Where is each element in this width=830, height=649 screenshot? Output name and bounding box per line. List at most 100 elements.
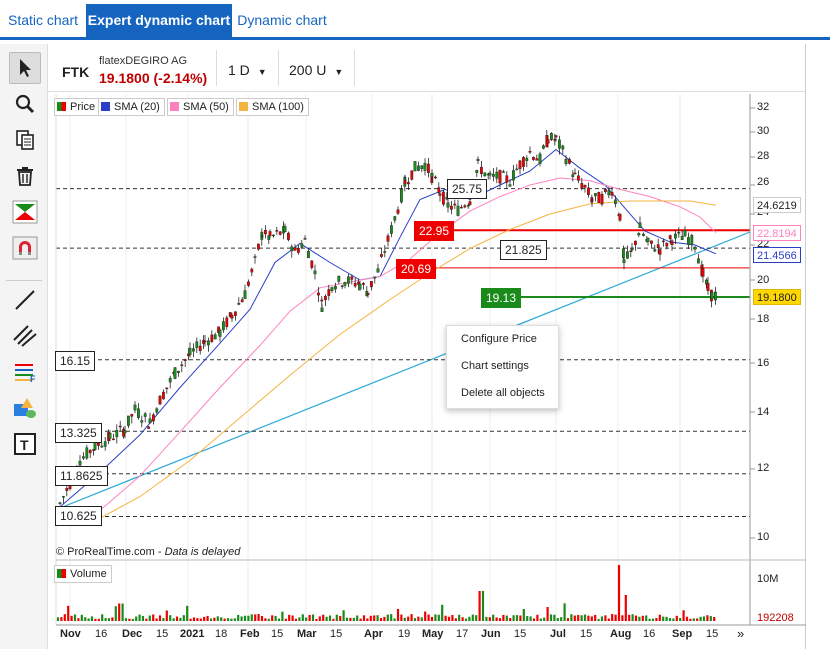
copyright-note: © ProRealTime.com - Data is delayed: [56, 546, 241, 558]
time-label: 15: [514, 628, 527, 640]
volume-bar: [498, 618, 502, 621]
volume-bar: [111, 617, 114, 621]
legend-sma-50[interactable]: SMA (50): [167, 98, 234, 116]
time-label: Aug: [610, 628, 632, 640]
volume-bar: [617, 565, 621, 621]
volume-bar: [655, 617, 658, 621]
volume-bar: [114, 606, 117, 621]
volume-bar: [267, 618, 270, 621]
candle-body: [343, 282, 347, 286]
candle-body: [413, 161, 417, 172]
volume-bar: [590, 616, 593, 621]
legend-volume[interactable]: Volume: [54, 565, 112, 583]
candle-body: [532, 156, 535, 160]
volume-bar: [383, 616, 386, 621]
candle-body: [622, 248, 625, 259]
candle-body: [123, 430, 127, 434]
volume-bar: [546, 606, 549, 621]
candle-body: [590, 199, 594, 201]
volume-bar: [604, 615, 607, 621]
legend-sma-100-label: SMA (100): [252, 101, 304, 113]
candle-body: [456, 205, 460, 216]
last-price-marker: 19.1800: [753, 289, 801, 305]
volume-bar: [563, 603, 566, 621]
candle-body: [396, 209, 400, 214]
volume-bar: [271, 615, 274, 621]
volume-bar: [580, 615, 583, 621]
candle-body: [656, 244, 660, 249]
candle-body: [618, 213, 622, 221]
volume-bar: [162, 618, 165, 621]
volume-bar: [247, 615, 250, 621]
hline-label-20-69[interactable]: 20.69: [396, 259, 437, 279]
price-tick: 28: [757, 150, 770, 162]
hline-label-25-75[interactable]: 25.75: [447, 179, 488, 199]
volume-bar: [424, 611, 427, 621]
candle-body: [680, 236, 684, 240]
candle-body: [297, 248, 300, 253]
hline-label-10-625[interactable]: 10.625: [55, 506, 102, 526]
legend-price[interactable]: Price: [54, 98, 101, 116]
volume-bar: [702, 616, 706, 621]
candle-body: [115, 429, 119, 438]
candle-body: [180, 364, 184, 366]
volume-bar: [135, 616, 138, 621]
volume-bar: [407, 616, 410, 621]
hline-label-16-15[interactable]: 16.15: [55, 351, 96, 371]
candle-body: [480, 166, 483, 175]
scroll-right-button[interactable]: »: [737, 626, 744, 641]
price-tick: 12: [757, 462, 770, 474]
volume-bar: [60, 617, 63, 621]
volume-bar: [294, 618, 298, 621]
candle-body: [100, 445, 104, 448]
menu-item-configure-price[interactable]: Configure Price: [447, 326, 558, 353]
hline-label-11-8625[interactable]: 11.8625: [55, 466, 108, 486]
candle-body: [646, 237, 650, 242]
candle-body: [148, 418, 152, 424]
candle-body: [604, 188, 607, 192]
candle-body: [564, 159, 568, 164]
candle-body: [320, 307, 324, 312]
hline-label-13-325[interactable]: 13.325: [55, 423, 102, 443]
price-tick: 10: [757, 531, 770, 543]
candle-body: [505, 175, 509, 183]
volume-bar: [73, 614, 77, 621]
candle-body: [330, 287, 334, 291]
volume-bar: [226, 618, 230, 621]
candle-body: [347, 276, 350, 284]
volume-bar: [240, 616, 243, 621]
candle-body: [290, 246, 294, 252]
candle-body: [714, 291, 717, 301]
volume-bar: [230, 618, 233, 621]
hline-label-22-95[interactable]: 22.95: [414, 221, 455, 241]
volume-bar: [651, 618, 655, 621]
time-label: Mar: [297, 628, 317, 640]
volume-bar: [349, 617, 352, 621]
time-label: 16: [643, 628, 656, 640]
time-label: 15: [580, 628, 593, 640]
legend-sma-20[interactable]: SMA (20): [98, 98, 165, 116]
candle-body: [614, 199, 617, 205]
volume-bar: [155, 618, 158, 621]
menu-item-chart-settings[interactable]: Chart settings: [447, 353, 558, 380]
hline-label-19-13[interactable]: 19.13: [481, 288, 522, 308]
volume-bar: [284, 618, 287, 621]
volume-bar: [77, 618, 80, 621]
volume-bar: [709, 616, 712, 621]
hline-label-21-825[interactable]: 21.825: [500, 240, 547, 260]
menu-item-delete-all-objects[interactable]: Delete all objects: [447, 380, 558, 407]
legend-sma-100[interactable]: SMA (100): [236, 98, 309, 116]
volume-bar: [634, 615, 638, 621]
volume-bar: [515, 615, 519, 621]
price-tick: 32: [757, 101, 770, 113]
candle-body: [427, 163, 430, 173]
volume-bar: [182, 615, 185, 621]
candle-body: [237, 302, 241, 305]
volume-bar: [512, 615, 515, 621]
candle-body: [468, 201, 472, 205]
volume-bar: [471, 614, 474, 621]
candle-body: [133, 404, 137, 411]
candle-body: [502, 171, 505, 173]
candle-body: [198, 345, 202, 352]
volume-bar: [658, 614, 661, 621]
